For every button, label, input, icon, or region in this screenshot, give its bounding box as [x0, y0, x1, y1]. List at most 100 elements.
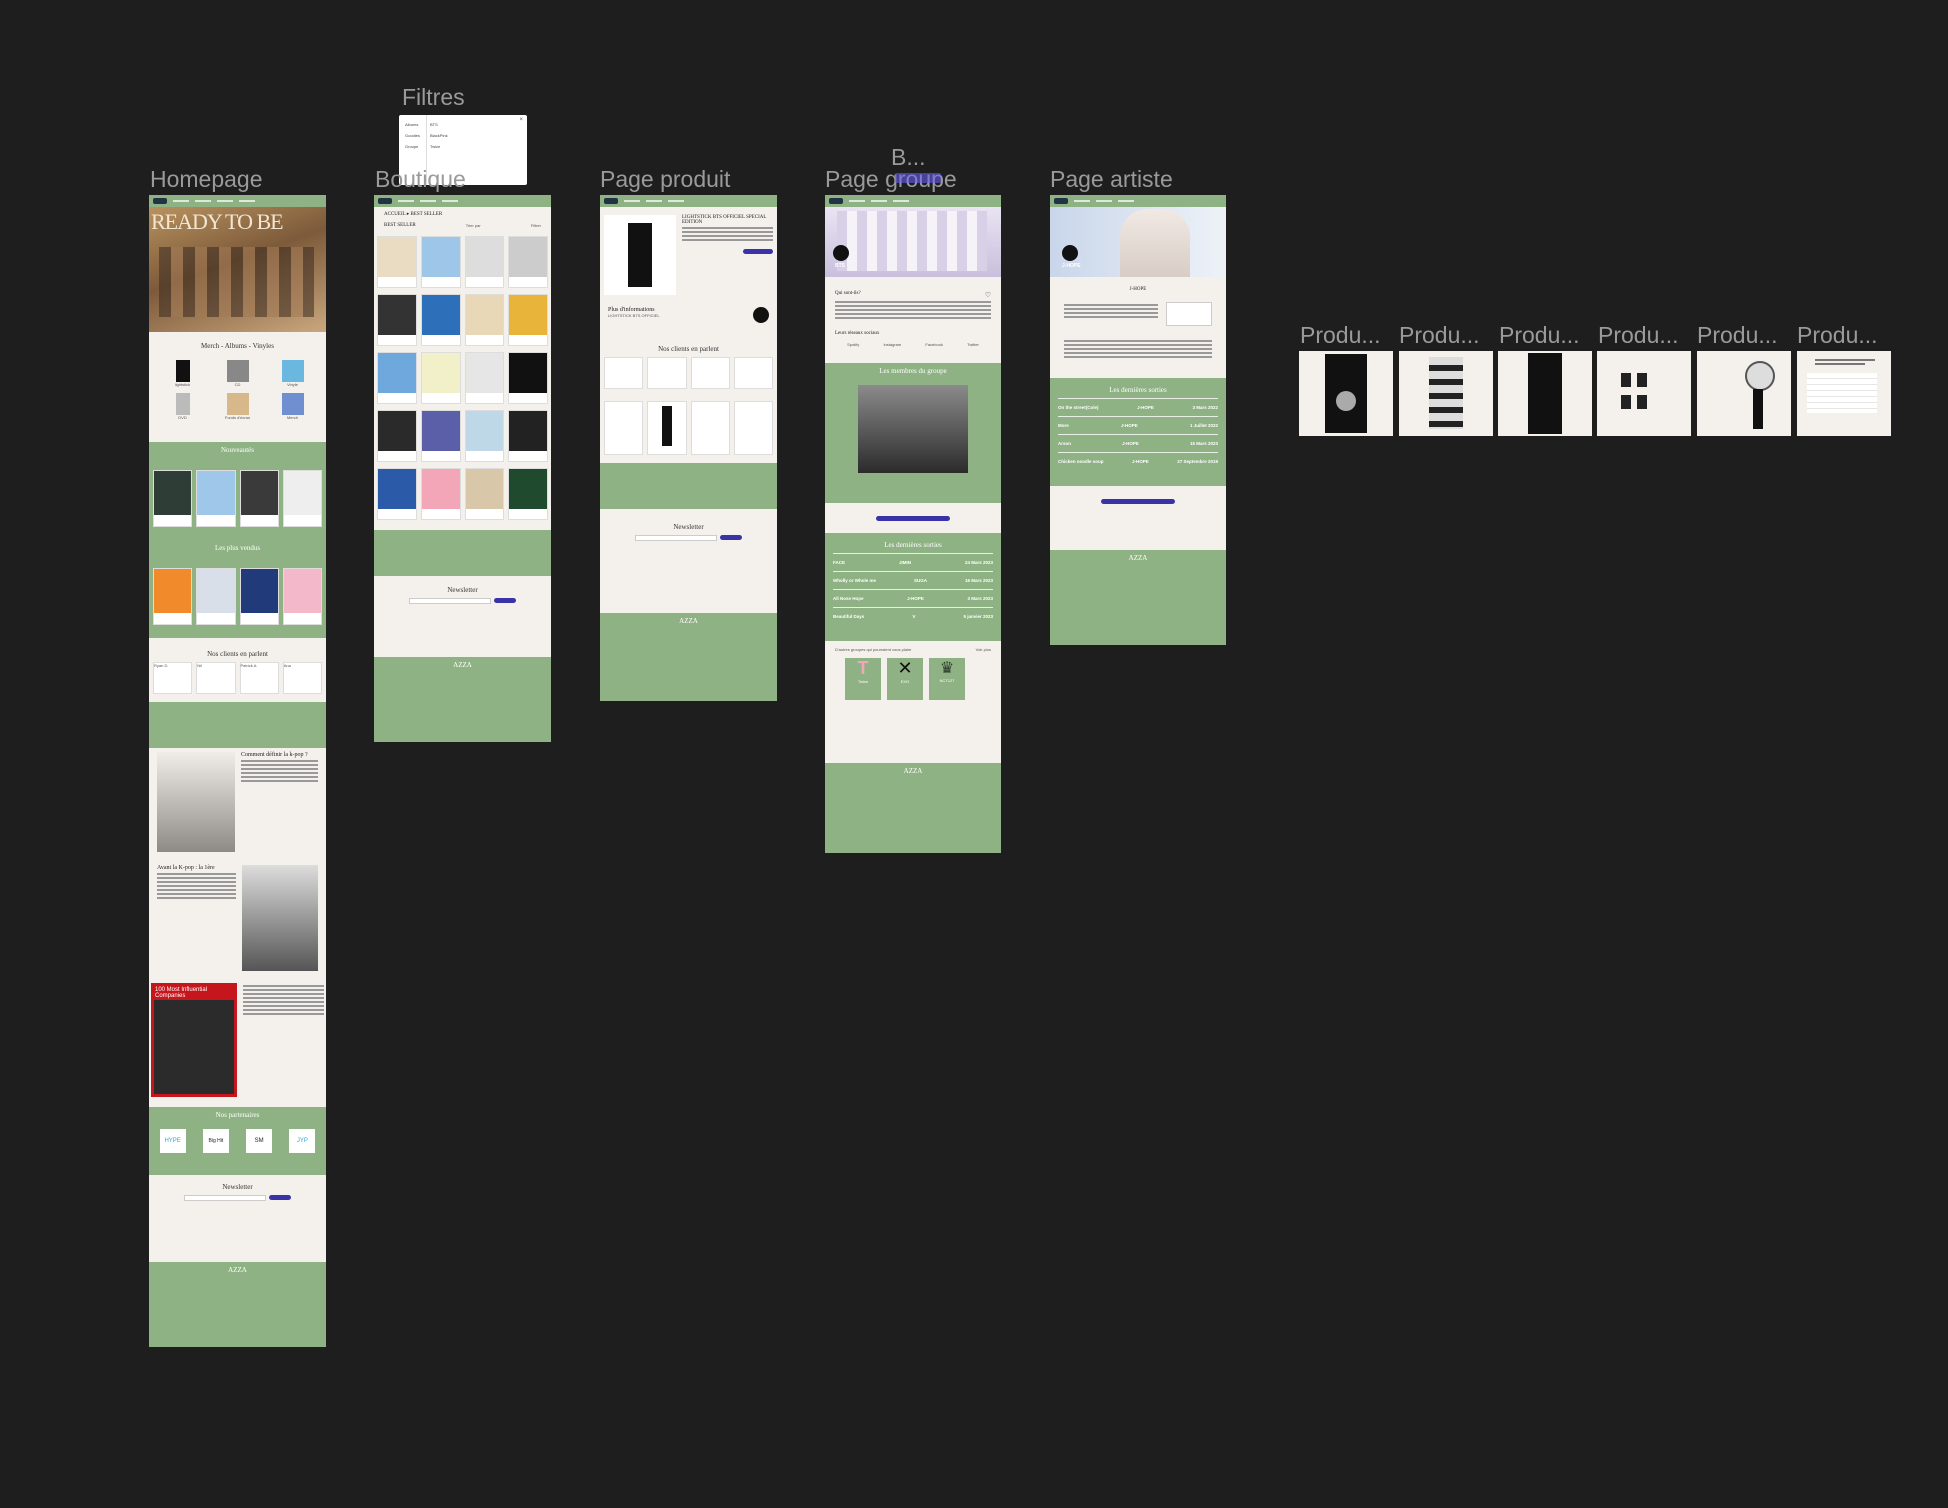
product-card[interactable]	[196, 470, 236, 527]
merch-item[interactable]: lightstick	[157, 360, 208, 387]
product-frame-5[interactable]	[1697, 351, 1791, 436]
homepage-frame[interactable]: READY TO BE Merch - Albums - Vinyles lig…	[149, 195, 326, 1347]
product-card[interactable]	[377, 410, 417, 462]
release-row[interactable]: On the street(Cole) J-HOPE 3 Mars 2022	[1058, 398, 1218, 416]
product-frame-3[interactable]	[1498, 351, 1592, 436]
release-row[interactable]: Beautiful Days V 5 janvier 2023	[833, 607, 993, 625]
release-row[interactable]: Arson J-HOPE 15 Mars 2023	[1058, 434, 1218, 452]
twitter-link[interactable]: Twitter	[967, 342, 979, 347]
breadcrumb[interactable]: ACCUEIL ▸ BEST SELLER	[384, 211, 541, 217]
review-card[interactable]	[733, 357, 773, 389]
filter-option-bts[interactable]: BTS	[430, 119, 448, 130]
page-groupe-frame[interactable]: BTS Qui sont-ils? ♡ Leurs réseaux sociau…	[825, 195, 1001, 853]
frame-label-product-2[interactable]: Produ...	[1399, 322, 1480, 349]
release-row[interactable]: Chicken noodle soup J-HOPE 27 Septembre 20…	[1058, 452, 1218, 470]
frame-label-product-3[interactable]: Produ...	[1499, 322, 1580, 349]
product-card[interactable]	[508, 294, 548, 346]
newsletter-button[interactable]	[720, 535, 742, 540]
logo[interactable]	[153, 198, 167, 204]
merch-item[interactable]: DVD	[157, 393, 208, 420]
merch-item[interactable]: CD	[212, 360, 263, 387]
product-card[interactable]	[420, 468, 461, 520]
album-cover[interactable]	[1166, 302, 1212, 326]
product-card[interactable]	[508, 468, 548, 520]
group-card-exo[interactable]: ✕ EXO	[887, 658, 923, 700]
review-card[interactable]	[647, 357, 687, 389]
product-card[interactable]	[464, 236, 505, 288]
product-card[interactable]	[508, 410, 548, 462]
frame-label-product-4[interactable]: Produ...	[1598, 322, 1679, 349]
group-card-nct127[interactable]: ♛ NCT127	[929, 658, 965, 700]
product-image[interactable]	[604, 215, 676, 295]
product-card[interactable]	[508, 236, 548, 288]
article-2[interactable]: Avant la K-pop : la 1ère	[149, 861, 326, 979]
instagram-link[interactable]: Instagram	[883, 342, 901, 347]
frame-label-page-produit[interactable]: Page produit	[600, 166, 730, 193]
frame-label-product-6[interactable]: Produ...	[1797, 322, 1878, 349]
partner-logo[interactable]: HYPE	[159, 1129, 186, 1153]
spotify-link[interactable]: Spotify	[847, 342, 859, 347]
newsletter-input[interactable]	[184, 1195, 266, 1201]
product-card[interactable]	[690, 401, 730, 455]
member-photo[interactable]	[858, 385, 968, 473]
see-more-button[interactable]	[876, 515, 950, 521]
product-card[interactable]	[464, 410, 505, 462]
product-card[interactable]	[420, 410, 461, 462]
newsletter-button[interactable]	[269, 1195, 291, 1200]
hero-banner[interactable]: READY TO BE	[149, 207, 326, 332]
add-to-cart-button[interactable]	[743, 249, 773, 254]
product-card[interactable]	[420, 294, 461, 346]
filter-row-goodies[interactable]: Goodies	[405, 130, 420, 141]
filter-button[interactable]: Filtrer	[531, 223, 541, 228]
release-row[interactable]: More J-HOPE 1 Juillet 2022	[1058, 416, 1218, 434]
frame-label-product-1[interactable]: Produ...	[1300, 322, 1381, 349]
frame-label-boutique[interactable]: Boutique	[375, 166, 466, 193]
review-card[interactable]: Ana	[282, 662, 322, 694]
product-card[interactable]	[420, 352, 461, 404]
newsletter-button[interactable]	[494, 598, 516, 603]
review-card[interactable]	[604, 357, 644, 389]
product-card[interactable]	[153, 568, 193, 625]
bts-logo[interactable]	[753, 307, 769, 323]
partner-logo[interactable]: Big Hit	[202, 1129, 229, 1153]
newsletter-input[interactable]	[635, 535, 717, 541]
product-card[interactable]	[508, 352, 548, 404]
product-card[interactable]	[377, 236, 417, 288]
review-card[interactable]	[690, 357, 730, 389]
product-card[interactable]	[282, 568, 322, 625]
group-banner[interactable]: BTS	[825, 207, 1001, 277]
product-card[interactable]	[377, 294, 417, 346]
product-card[interactable]	[464, 294, 505, 346]
newsletter-input[interactable]	[409, 598, 491, 604]
release-row[interactable]: Wholly or Whole me SUGA 16 Mars 2023	[833, 571, 993, 589]
product-card[interactable]	[377, 468, 417, 520]
merch-item[interactable]: Fonds d'écran	[212, 393, 263, 420]
product-card[interactable]	[377, 352, 417, 404]
heart-icon[interactable]: ♡	[985, 291, 991, 299]
canvas[interactable]: { "frames": { "filtres": { "label": "Fil…	[0, 0, 1948, 1508]
facebook-link[interactable]: Facebook	[925, 342, 943, 347]
partner-logo[interactable]: JYP	[289, 1129, 316, 1153]
product-card[interactable]	[464, 468, 505, 520]
review-card[interactable]: Ryan D.	[153, 662, 193, 694]
release-row[interactable]: All Nose Hope J-HOPE 3 Mars 2023	[833, 589, 993, 607]
filter-row-groupe[interactable]: Groupe	[405, 141, 420, 152]
close-icon[interactable]: ×	[519, 117, 523, 123]
product-card[interactable]	[153, 470, 193, 527]
page-artiste-frame[interactable]: J-HOPE J-HOPE Les dernières sorties On t…	[1050, 195, 1226, 645]
product-frame-4[interactable]	[1597, 351, 1691, 436]
product-card[interactable]	[282, 470, 322, 527]
see-more-button[interactable]	[1101, 498, 1175, 504]
merch-item[interactable]: Merch	[267, 393, 318, 420]
article-1[interactable]: Comment définir la k-pop ?	[149, 748, 326, 861]
product-card[interactable]	[239, 470, 279, 527]
page-produit-frame[interactable]: LIGHTSTICK BTS OFFICIEL SPECIAL EDITION …	[600, 195, 777, 701]
filter-option-blackpink[interactable]: BlackPink	[430, 130, 448, 141]
filter-option-twice[interactable]: Twice	[430, 141, 448, 152]
sort-dropdown[interactable]: Trier par	[466, 223, 481, 228]
frame-label-page-artiste[interactable]: Page artiste	[1050, 166, 1173, 193]
artist-banner[interactable]: J-HOPE	[1050, 207, 1226, 277]
product-frame-6[interactable]	[1797, 351, 1891, 436]
article-3[interactable]: 100 Most Influential Companies	[149, 979, 326, 1107]
product-card[interactable]	[196, 568, 236, 625]
